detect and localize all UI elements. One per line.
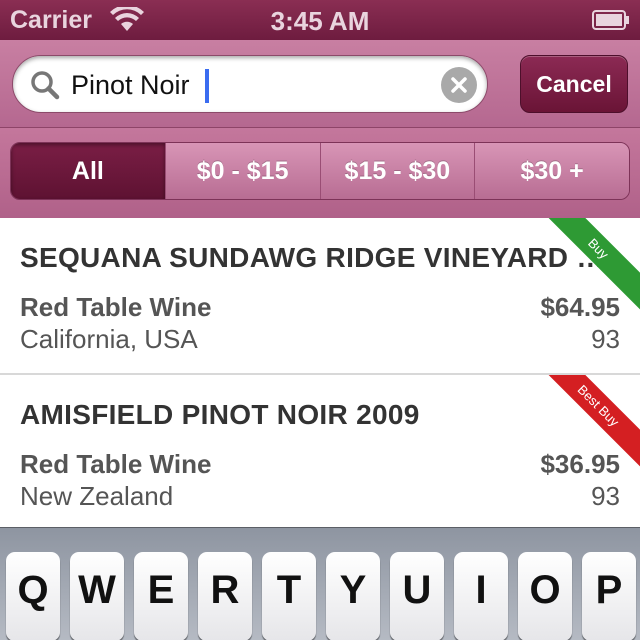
clock-label: 3:45 AM [270, 6, 370, 36]
wine-price: $36.95 [540, 449, 620, 479]
cancel-button[interactable]: Cancel [520, 55, 628, 113]
key-o[interactable]: O [518, 552, 572, 640]
price-filter-bar: All $0 - $15 $15 - $30 $30 + [0, 128, 640, 218]
search-bar: Cancel [0, 40, 640, 128]
key-y[interactable]: Y [326, 552, 380, 640]
keyboard: Q W E R T Y U I O P [0, 527, 640, 640]
search-icon [31, 71, 60, 100]
filter-30-plus[interactable]: $30 + [474, 143, 629, 199]
key-p[interactable]: P [582, 552, 636, 640]
search-input[interactable] [71, 65, 371, 105]
key-i[interactable]: I [454, 552, 508, 640]
key-e[interactable]: E [134, 552, 188, 640]
filter-15-30[interactable]: $15 - $30 [319, 143, 475, 199]
key-u[interactable]: U [390, 552, 444, 640]
clear-search-button[interactable] [441, 67, 477, 103]
key-r[interactable]: R [198, 552, 252, 640]
text-cursor [205, 69, 209, 103]
key-w[interactable]: W [70, 552, 124, 640]
wine-score: 93 [591, 481, 620, 511]
list-item[interactable]: AMISFIELD PINOT NOIR 2009 Red Table Wine… [0, 375, 640, 532]
wine-name: SEQUANA SUNDAWG RIDGE VINEYARD PINOT NOI… [20, 242, 620, 273]
results-list: SEQUANA SUNDAWG RIDGE VINEYARD PINOT NOI… [0, 218, 640, 532]
list-item[interactable]: SEQUANA SUNDAWG RIDGE VINEYARD PINOT NOI… [0, 218, 640, 375]
filter-0-15[interactable]: $0 - $15 [164, 143, 320, 199]
wine-name: AMISFIELD PINOT NOIR 2009 [20, 399, 420, 430]
wine-type: Red Table Wine [20, 292, 212, 322]
close-icon [451, 77, 467, 93]
key-q[interactable]: Q [6, 552, 60, 640]
price-filter-segmented-control: All $0 - $15 $15 - $30 $30 + [10, 142, 630, 200]
search-field[interactable] [12, 55, 488, 113]
key-t[interactable]: T [262, 552, 316, 640]
wine-score: 93 [591, 324, 620, 354]
wine-region: New Zealand [20, 481, 174, 511]
wine-price: $64.95 [540, 292, 620, 322]
battery-icon [592, 10, 629, 30]
wine-region: California, USA [20, 324, 198, 354]
filter-all[interactable]: All [11, 143, 165, 199]
status-bar: Carrier 3:45 AM [0, 0, 640, 40]
wine-type: Red Table Wine [20, 449, 212, 479]
